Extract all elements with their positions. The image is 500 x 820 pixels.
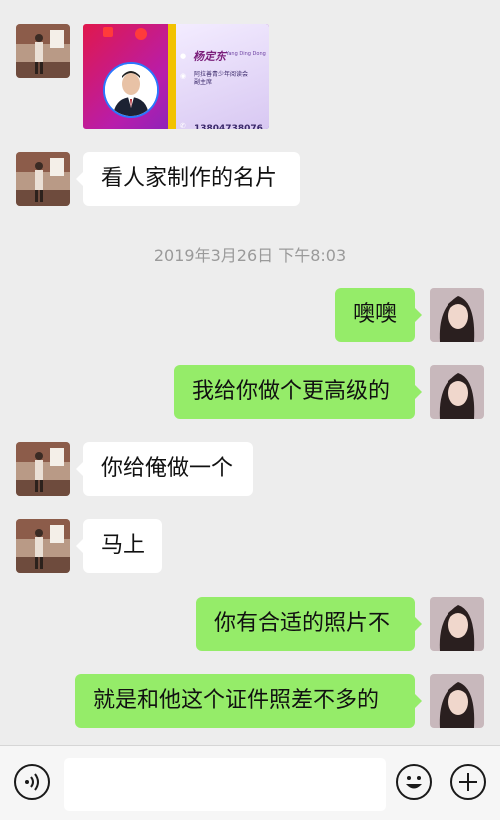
business-card-image[interactable]: 杨定东 Yang Ding Dong ● 阿拉善青少年阅读会 副主席 ◉ ✆ 1… xyxy=(83,24,269,129)
card-org-line1: 阿拉善青少年阅读会 xyxy=(194,71,249,78)
card-org: 阿拉善青少年阅读会 副主席 xyxy=(194,71,248,87)
contact-avatar[interactable] xyxy=(16,24,70,78)
message-row: 看人家制作的名片 xyxy=(0,150,500,210)
chat-area[interactable]: 杨定东 Yang Ding Dong ● 阿拉善青少年阅读会 副主席 ◉ ✆ 1… xyxy=(0,0,500,745)
card-org-line2: 副主席 xyxy=(194,79,213,86)
chat-timestamp: 2019年3月26日 下午8:03 xyxy=(153,246,347,265)
outgoing-message-bubble[interactable]: 你有合适的照片不 xyxy=(196,597,422,651)
logo-icon xyxy=(103,27,113,37)
card-stripe xyxy=(168,24,176,129)
plus-icon[interactable] xyxy=(450,764,486,800)
emoji-icon[interactable] xyxy=(396,764,432,800)
incoming-message-bubble[interactable]: 你给俺做一个 xyxy=(76,442,253,496)
incoming-message-bubble[interactable]: 看人家制作的名片 xyxy=(76,152,300,206)
message-row: 我给你做个更高级的 xyxy=(0,364,500,420)
incoming-message-bubble[interactable]: 马上 xyxy=(76,519,162,573)
message-row: 你给俺做一个 xyxy=(0,441,500,497)
card-name: 杨定东 xyxy=(193,50,226,63)
input-bar xyxy=(0,745,500,820)
voice-icon[interactable] xyxy=(14,764,50,800)
message-row: 杨定东 Yang Ding Dong ● 阿拉善青少年阅读会 副主席 ◉ ✆ 1… xyxy=(0,0,500,140)
outgoing-message-bubble[interactable]: 就是和他这个证件照差不多的 xyxy=(75,674,422,728)
contact-avatar[interactable] xyxy=(16,519,70,573)
contact-avatar[interactable] xyxy=(16,152,70,206)
message-row: 噢噢 xyxy=(0,287,500,343)
message-row: 马上 xyxy=(0,518,500,574)
self-avatar[interactable] xyxy=(430,288,484,342)
outgoing-message-bubble[interactable]: 我给你做个更高级的 xyxy=(174,365,422,419)
portrait-photo xyxy=(103,62,159,118)
outgoing-message-bubble[interactable]: 噢噢 xyxy=(335,288,422,342)
self-avatar[interactable] xyxy=(430,365,484,419)
message-row: 你有合适的照片不 xyxy=(0,596,500,652)
person-icon: ● xyxy=(180,52,187,60)
message-input[interactable] xyxy=(64,758,386,811)
position-icon: ◉ xyxy=(180,72,187,80)
card-pinyin: Yang Ding Dong xyxy=(226,51,266,57)
self-avatar[interactable] xyxy=(430,674,484,728)
phone-icon: ✆ xyxy=(180,122,186,129)
message-row: 就是和他这个证件照差不多的 xyxy=(0,673,500,729)
card-phone: 13804738076 xyxy=(194,124,263,129)
contact-avatar[interactable] xyxy=(16,442,70,496)
emblem-icon xyxy=(135,28,147,40)
self-avatar[interactable] xyxy=(430,597,484,651)
